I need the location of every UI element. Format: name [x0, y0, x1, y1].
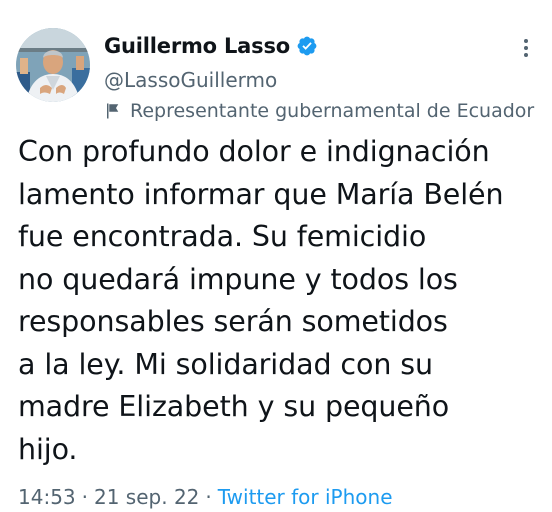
- author-avatar[interactable]: [16, 28, 90, 102]
- tweet-time[interactable]: 14:53: [18, 485, 76, 509]
- tweet-text-line: hijo.: [18, 432, 78, 466]
- name-row: Guillermo Lasso: [104, 30, 544, 62]
- tweet-source-link[interactable]: Twitter for iPhone: [218, 485, 393, 509]
- tweet-text-line: fue encontrada. Su femicidio: [18, 220, 427, 253]
- tweet-card: Guillermo Lasso @LassoGuillermo Represen…: [0, 0, 552, 512]
- author-handle[interactable]: @LassoGuillermo: [104, 65, 544, 95]
- tweet-text-line: responsables serán sometidos: [18, 305, 448, 338]
- tweet-text-line: lamento informar que María Belén: [18, 177, 504, 211]
- meta-separator: ·: [81, 485, 88, 509]
- tweet-text-line: madre Elizabeth y su pequeño: [18, 390, 450, 423]
- government-label[interactable]: Representante gubernamental de Ecuador: [104, 97, 552, 125]
- meta-separator: ·: [205, 485, 212, 509]
- author-display-name[interactable]: Guillermo Lasso: [104, 34, 290, 58]
- tweet-header: Guillermo Lasso @LassoGuillermo Represen…: [104, 30, 544, 125]
- tweet-date[interactable]: 21 sep. 22: [94, 485, 199, 509]
- tweet-text-line: Con profundo dolor e indignación: [18, 135, 490, 168]
- tweet-text-line: no quedará impune y todos los: [18, 262, 458, 296]
- avatar-photo: [16, 28, 90, 102]
- government-label-text: Representante gubernamental de Ecuador: [130, 100, 535, 122]
- tweet-text: Con profundo dolor e indignación lamento…: [18, 131, 548, 471]
- verified-badge-icon[interactable]: [296, 35, 318, 57]
- flag-icon: [107, 103, 119, 119]
- tweet-text-line: a la ley. Mi solidaridad con su: [18, 347, 433, 381]
- tweet-metadata: 14:53 · 21 sep. 22 · Twitter for iPhone: [18, 482, 393, 512]
- more-options-icon[interactable]: [516, 36, 536, 60]
